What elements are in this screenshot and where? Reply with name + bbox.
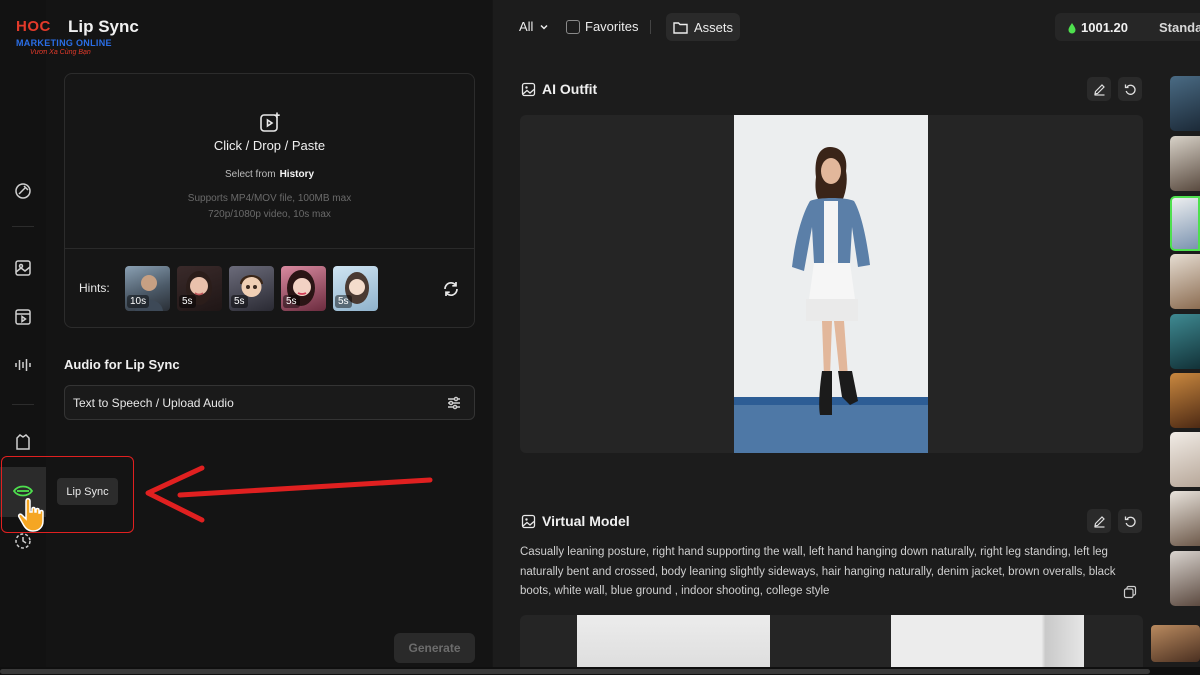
hint-duration: 5s [283,295,300,308]
rail-divider [12,404,34,405]
annotation-arrow-icon [145,465,433,523]
credits-badge[interactable]: 1001.20 Standa [1055,13,1200,41]
edit-outfit-button[interactable] [1087,77,1111,101]
hint-duration: 5s [335,295,352,308]
history-thumbnail[interactable] [1170,314,1200,369]
droplet-icon [1068,22,1076,33]
chevron-down-icon [540,24,548,30]
left-panel: HOC Lip Sync MARKETING ONLINE Vươn Xa Cù… [0,0,492,675]
outfit-section-title: AI Outfit [521,81,597,97]
upload-note: 720p/1080p video, 10s max [208,209,331,220]
select-from-label: Select from [224,169,276,180]
copy-icon[interactable] [1123,585,1137,599]
video-icon[interactable] [11,305,35,329]
assets-label: Assets [693,19,733,35]
sidebar-rail [0,0,46,675]
history-thumbnail[interactable] [1170,491,1200,546]
virtual-model-prompt: Casually leaning posture, right hand sup… [520,546,1116,597]
hint-thumbnail[interactable]: 5s [229,266,274,311]
scrollbar-thumb[interactable] [0,669,1150,674]
history-thumbnail-strip [1170,76,1200,666]
folder-icon [673,21,688,34]
hint-duration: 5s [179,295,196,308]
hint-thumbnail[interactable]: 10s [125,266,170,311]
upload-note: Supports MP4/MOV file, 100MB max [187,193,352,204]
audio-wave-icon[interactable] [11,353,35,377]
sliders-icon[interactable] [446,395,462,411]
history-thumbnail[interactable] [1170,373,1200,428]
outfit-result-image[interactable] [734,115,928,453]
right-panel: All Favorites Assets 1001.20 Standa AI O… [493,0,1200,675]
virtual-model-result-frame [520,615,1143,675]
image-icon [521,82,536,96]
history-link[interactable]: History [280,169,314,180]
assets-button[interactable]: Assets [666,13,740,41]
favorites-checkbox[interactable] [566,20,580,34]
edit-virtual-model-button[interactable] [1087,509,1111,533]
hint-duration: 10s [127,295,150,308]
virtual-model-section-title: Virtual Model [521,513,630,529]
toolbar-divider [650,20,651,34]
select-from-history: Select from History [65,169,474,180]
history-thumbnail[interactable] [1170,136,1200,191]
undo-icon [1124,516,1136,527]
regenerate-outfit-button[interactable] [1118,77,1142,101]
refresh-hints-button[interactable] [441,279,461,299]
video-upload-panel: Click / Drop / Paste Select from History … [64,73,475,328]
hint-thumbnail[interactable]: 5s [281,266,326,311]
hint-duration: 5s [231,295,248,308]
virtual-model-title: Virtual Model [542,513,630,529]
pencil-icon [1093,515,1105,528]
outfit-result-frame [520,115,1143,453]
pencil-icon [1093,83,1105,96]
brand-header: HOC Lip Sync MARKETING ONLINE Vươn Xa Cù… [12,14,142,60]
undo-icon [1124,84,1136,95]
history-thumbnail[interactable] [1170,551,1200,606]
page-title: Lip Sync [68,17,139,36]
generate-button[interactable]: Generate [394,633,475,663]
brand-tagline: Vươn Xa Cùng Bạn [30,49,91,56]
image-icon[interactable] [11,256,35,280]
regenerate-virtual-model-button[interactable] [1118,509,1142,533]
filter-dropdown[interactable]: All [519,19,549,34]
history-thumbnail-selected[interactable] [1170,196,1200,251]
webcam-overlay-image [1151,625,1200,662]
horizontal-scrollbar[interactable] [0,667,1200,675]
plan-label: Standa [1159,20,1200,35]
hints-label: Hints: [79,281,110,295]
outfit-icon[interactable] [11,430,35,454]
audio-section-label: Audio for Lip Sync [64,357,180,372]
history-thumbnail[interactable] [1170,432,1200,487]
history-thumbnail[interactable] [1170,76,1200,131]
hint-thumbnail[interactable]: 5s [333,266,378,311]
history-thumbnail[interactable] [1170,254,1200,309]
virtual-model-image[interactable] [891,615,1084,675]
hint-thumbnail[interactable]: 5s [177,266,222,311]
magic-edit-icon[interactable] [11,179,35,203]
brand-logo: HOC [16,18,51,35]
rail-divider [12,226,34,227]
upload-title: Click / Drop / Paste [213,138,326,153]
credits-value: 1001.20 [1081,20,1128,35]
pointer-hand-icon [18,498,44,532]
audio-field-value: Text to Speech / Upload Audio [73,396,234,410]
virtual-model-image[interactable] [577,615,770,675]
upload-dropzone[interactable]: Click / Drop / Paste Select from History … [65,74,474,249]
image-icon [521,514,536,528]
favorites-label[interactable]: Favorites [585,19,638,34]
upload-video-icon [258,111,282,135]
outfit-title: AI Outfit [542,81,598,97]
brand-subtitle: MARKETING ONLINE [16,38,112,48]
audio-source-select[interactable]: Text to Speech / Upload Audio [64,385,475,420]
credits-value-wrap: 1001.20 [1067,20,1128,35]
filter-label: All [519,19,534,34]
